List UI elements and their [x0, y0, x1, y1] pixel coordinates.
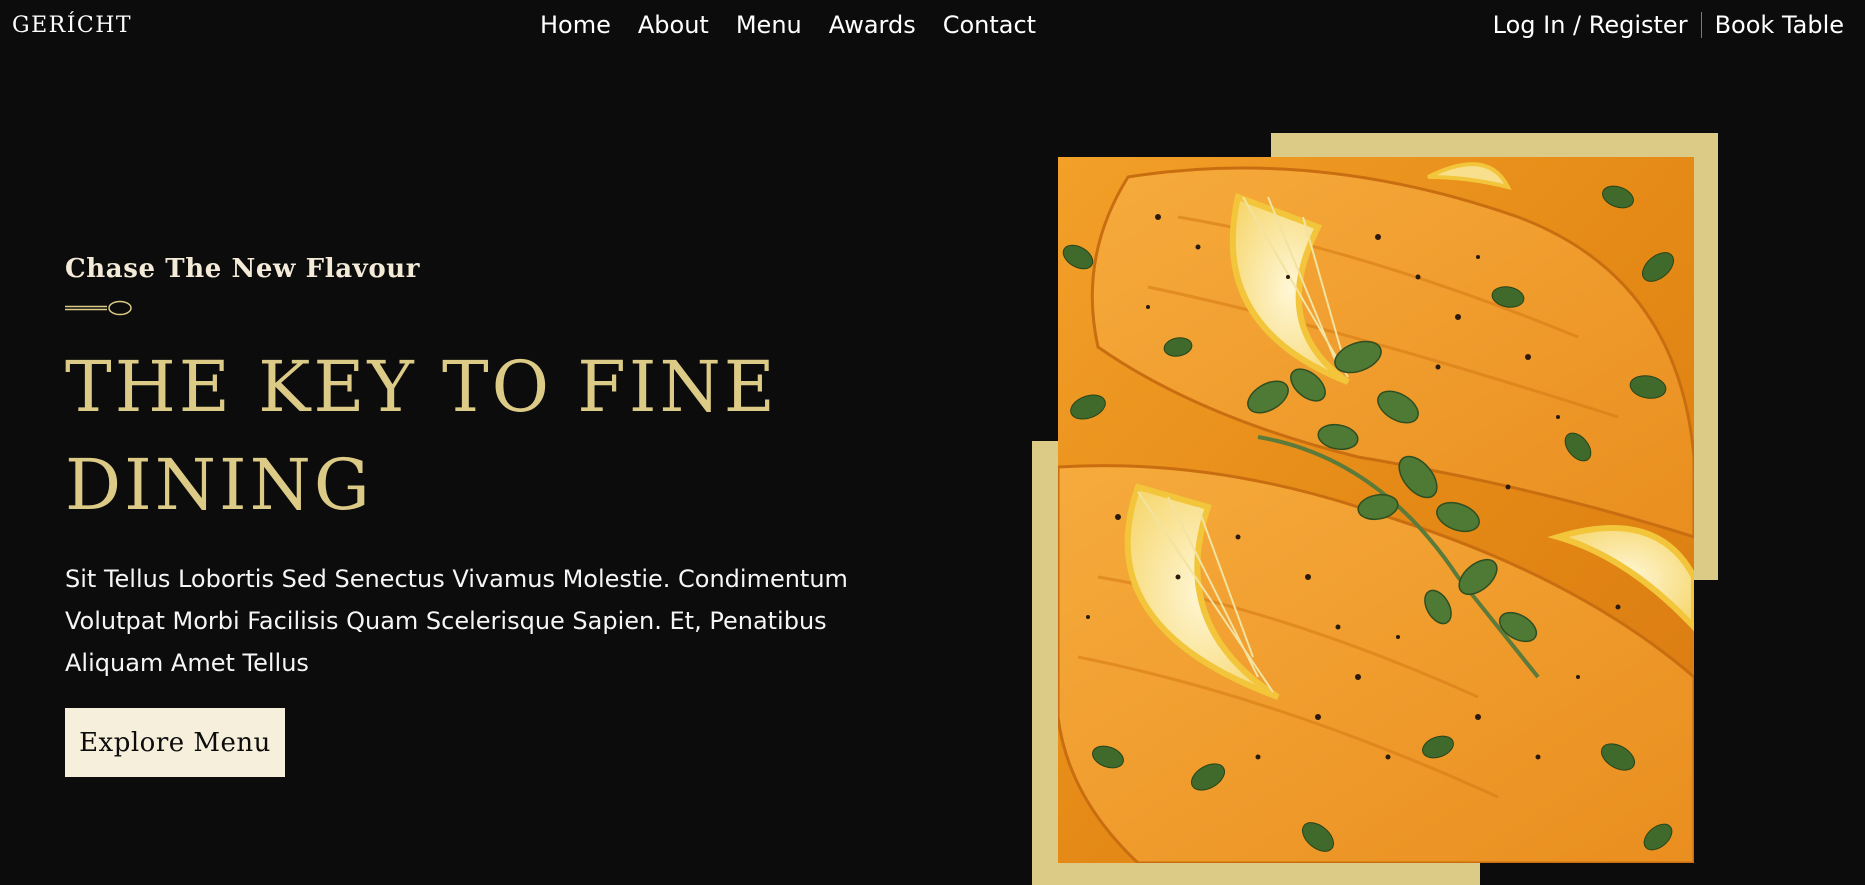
book-table-link[interactable]: Book Table	[1715, 11, 1844, 39]
nav-link-contact[interactable]: Contact	[943, 11, 1036, 39]
nav-link-menu[interactable]: Menu	[736, 11, 802, 39]
nav-link-about[interactable]: About	[638, 11, 709, 39]
login-register-link[interactable]: Log In / Register	[1493, 11, 1688, 39]
nav-link-home[interactable]: Home	[540, 11, 611, 39]
nav-divider	[1700, 12, 1702, 38]
hero-description: Sit Tellus Lobortis Sed Senectus Vivamus…	[65, 565, 848, 677]
hero-headline: THE KEY TO FINE DINING	[65, 346, 778, 526]
hero-subtitle: Chase The New Flavour	[65, 254, 421, 284]
nav-link-awards[interactable]: Awards	[829, 11, 916, 39]
spoon-icon	[65, 300, 132, 316]
navbar: GERÍCHT Home About Menu Awards Contact L…	[0, 0, 1865, 52]
salmon-dish-photo	[1058, 157, 1694, 863]
logo[interactable]: GERÍCHT	[12, 13, 132, 38]
nav-actions: Log In / Register Book Table	[1493, 11, 1844, 39]
nav-links: Home About Menu Awards Contact	[540, 11, 1036, 39]
explore-menu-button[interactable]: Explore Menu	[65, 708, 285, 777]
